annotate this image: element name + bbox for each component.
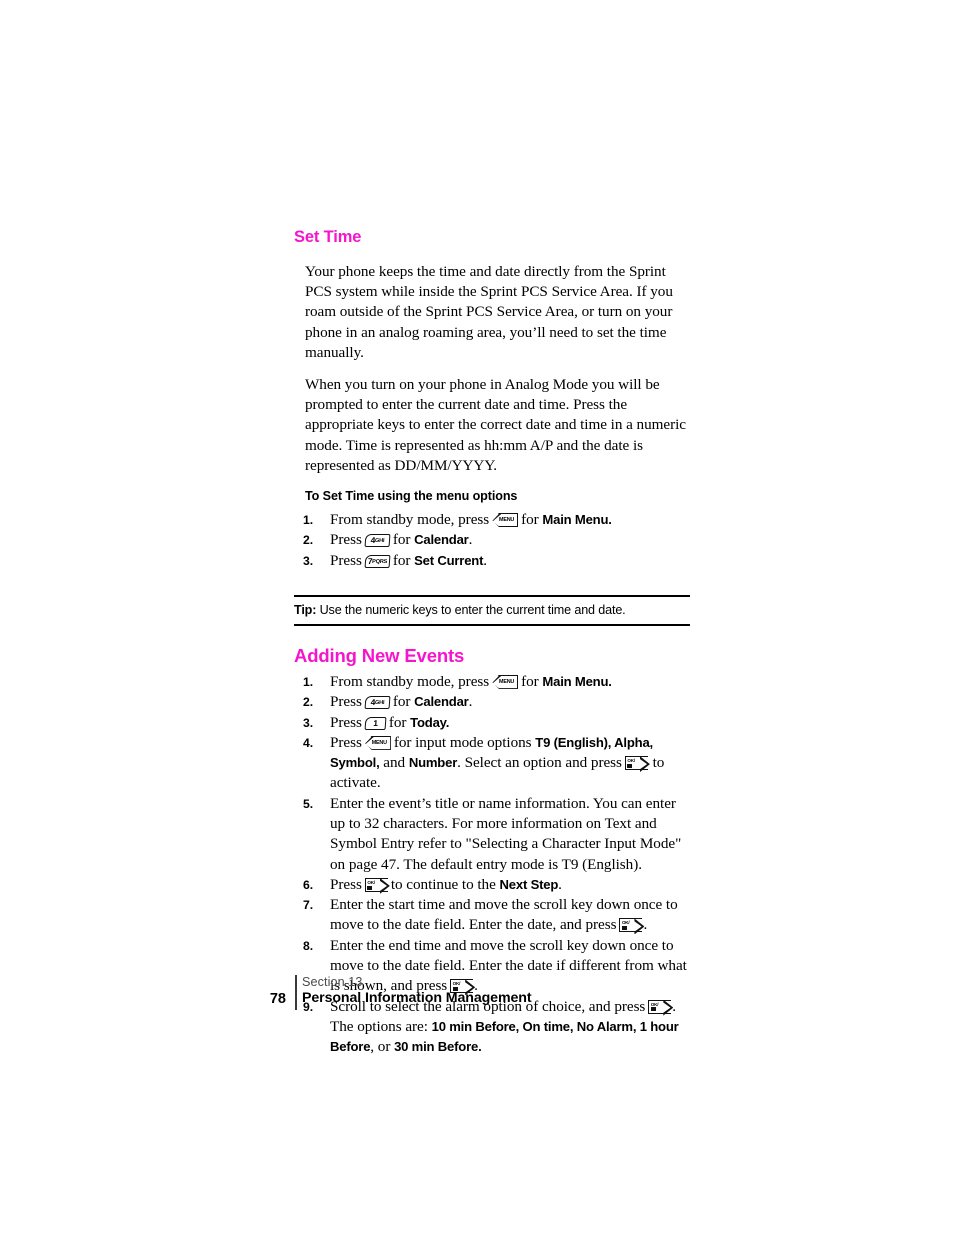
step-text-pre: Press xyxy=(330,551,362,569)
step-text-mid: for input mode options xyxy=(393,733,532,751)
step-text-pre: Press xyxy=(330,531,362,549)
step-item: 3. Press 1 for Today. xyxy=(294,713,690,733)
ok-key-block xyxy=(627,763,633,768)
num-key-letters: GHI xyxy=(374,700,385,707)
step-text-mid: for xyxy=(392,531,411,549)
ok-key-label: OK/ xyxy=(621,920,630,926)
ok-key-arrow xyxy=(640,756,650,772)
step-number: 2. xyxy=(303,695,314,710)
ok-key-block xyxy=(367,885,373,890)
num-key-letters: PQRS xyxy=(371,558,388,565)
step-text-post: and xyxy=(379,754,409,772)
step-text-post-2: , or xyxy=(370,1038,395,1056)
num-key-digit: 1 xyxy=(372,717,378,728)
step-number: 5. xyxy=(303,796,314,811)
subheading-to-set-time: To Set Time using the menu options xyxy=(305,489,518,504)
ok-key-arrow xyxy=(634,918,644,934)
step-item: 1. From standby mode, press MENU for Main … xyxy=(294,510,690,530)
menu-key-label: MENU xyxy=(499,517,515,524)
step-text: Enter the event’s title or name informat… xyxy=(330,794,682,873)
step-text-mid: to continue to the xyxy=(390,875,496,893)
step-text-bold: Set Current xyxy=(414,552,484,568)
num-key-4-icon: 4GHI xyxy=(364,696,391,710)
step-number: 1. xyxy=(303,674,314,689)
footer-section-label: Section 13 xyxy=(302,975,363,989)
step-text-bold: Main Menu. xyxy=(542,673,612,689)
tip-box: Tip: Use the numeric keys to enter the c… xyxy=(294,594,690,626)
step-item: 5. Enter the event’s title or name infor… xyxy=(294,794,690,875)
menu-key-label: MENU xyxy=(499,678,515,685)
content-column: Set Time Your phone keeps the time and d… xyxy=(294,228,690,1058)
step-text-mid: for xyxy=(521,672,539,690)
step-item: 6. Press OK/to continue to the Next Step. xyxy=(294,875,690,895)
step-text-post-2: . Select an option and press xyxy=(457,754,622,772)
step-text-post: . xyxy=(468,693,473,711)
step-text-mid: for xyxy=(521,511,539,529)
step-item: 2. Press 4GHI for Calendar. xyxy=(294,692,690,712)
step-text-post: . xyxy=(483,551,487,569)
menu-key-icon: MENU xyxy=(364,735,391,750)
step-text-bold-2: Number xyxy=(408,755,458,771)
menu-key-icon: MENU xyxy=(492,513,519,528)
step-text-bold: Calendar xyxy=(414,532,469,548)
step-number: 7. xyxy=(303,898,314,913)
ok-key-icon: OK/ xyxy=(619,918,644,934)
ok-key-arrow xyxy=(380,878,390,894)
step-text-post: . xyxy=(558,875,562,893)
step-number: 2. xyxy=(303,533,314,548)
step-number: 8. xyxy=(303,938,314,953)
paragraph-set-time-2: When you turn on your phone in Analog Mo… xyxy=(305,376,686,474)
step-text-mid: for xyxy=(392,551,411,569)
num-key-1-icon: 1 xyxy=(364,716,387,730)
menu-key-icon: MENU xyxy=(492,674,519,689)
step-number: 4. xyxy=(303,735,314,750)
step-number: 1. xyxy=(303,513,314,528)
step-text-bold: Next Step xyxy=(499,876,559,892)
step-item: 2. Press 4GHI for Calendar. xyxy=(294,530,690,550)
footer-divider xyxy=(295,975,297,1010)
step-number: 6. xyxy=(303,877,314,892)
step-text-bold: Today. xyxy=(410,714,450,730)
menu-key-label: MENU xyxy=(371,739,387,746)
tip-text: Tip: Use the numeric keys to enter the c… xyxy=(294,602,690,618)
step-item: 3. Press 7PQRS for Set Current. xyxy=(294,551,690,571)
step-text-pre: From standby mode, press xyxy=(330,672,490,690)
ok-key-label: OK/ xyxy=(627,758,635,764)
page-footer: 78 Section 13 Personal Information Manag… xyxy=(258,974,698,1014)
step-text-pre: Press xyxy=(330,693,362,711)
ok-key-icon: OK/ xyxy=(364,877,390,894)
ok-key-label: OK/ xyxy=(367,879,375,885)
step-item: 4. Press MENU for input mode options T9 (E… xyxy=(294,733,690,794)
num-key-letters: GHI xyxy=(374,538,385,545)
footer-section-name: Personal Information Management xyxy=(302,990,532,1006)
step-number: 3. xyxy=(303,715,314,730)
ok-key-block xyxy=(621,926,627,931)
step-item: 1. From standby mode, press MENU for Main … xyxy=(294,672,690,692)
tip-lead-label: Tip: xyxy=(294,602,317,617)
manual-page: Set Time Your phone keeps the time and d… xyxy=(0,0,954,1235)
tip-body: Use the numeric keys to enter the curren… xyxy=(316,602,626,617)
num-key-4-icon: 4GHI xyxy=(364,534,391,548)
step-text-bold-2: 30 min Before. xyxy=(394,1039,482,1055)
step-item: 7. Enter the start time and move the scr… xyxy=(294,895,690,936)
heading-adding-new-events: Adding New Events xyxy=(294,644,465,666)
step-text-pre: Press xyxy=(330,875,362,893)
step-text-pre: Press xyxy=(330,733,362,751)
page-number: 78 xyxy=(269,991,286,1007)
step-text-bold: Calendar xyxy=(414,694,469,710)
num-key-7-icon: 7PQRS xyxy=(364,554,391,568)
paragraph-set-time-1: Your phone keeps the time and date direc… xyxy=(305,263,673,361)
step-text-bold: Main Menu. xyxy=(542,512,612,528)
step-number: 3. xyxy=(303,553,314,568)
ok-key-icon: OK/ xyxy=(624,756,650,772)
steps-set-time: 1. From standby mode, press MENU for Main … xyxy=(294,510,690,571)
step-text-mid: for xyxy=(388,713,407,731)
step-text-pre: Press xyxy=(330,713,362,731)
step-text-mid: for xyxy=(392,693,411,711)
step-text-pre: From standby mode, press xyxy=(330,511,490,529)
heading-set-time: Set Time xyxy=(294,228,362,246)
step-text-post: . xyxy=(468,531,473,549)
